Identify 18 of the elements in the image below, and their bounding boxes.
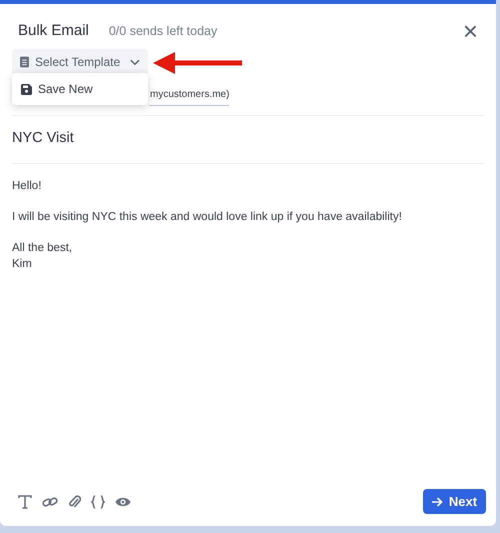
arrow-right-icon — [432, 496, 443, 506]
from-field[interactable]: mycustomers.me) — [149, 85, 229, 106]
quota-text: 0/0 sends left today — [108, 22, 218, 40]
link-icon[interactable] — [42, 494, 58, 508]
dialog-title: Bulk Email — [18, 20, 89, 41]
eye-icon[interactable] — [115, 496, 131, 508]
next-button[interactable]: Next — [423, 489, 486, 514]
save-new-menu-item[interactable]: Save New — [12, 73, 148, 105]
paperclip-icon[interactable] — [68, 494, 81, 509]
close-button[interactable]: × — [462, 18, 478, 44]
body-paragraph: All the best, Kim — [12, 240, 74, 272]
template-dropdown-button[interactable]: Select Template — [12, 49, 148, 75]
body-paragraph: Hello! — [12, 178, 42, 194]
braces-icon[interactable] — [91, 494, 105, 508]
body-paragraph: I will be visiting NYC this week and would love link up if you have availability! — [12, 210, 403, 225]
subject-text: NYC Visit — [11, 129, 75, 148]
document-icon — [20, 56, 29, 68]
text-format-icon[interactable] — [18, 494, 32, 508]
